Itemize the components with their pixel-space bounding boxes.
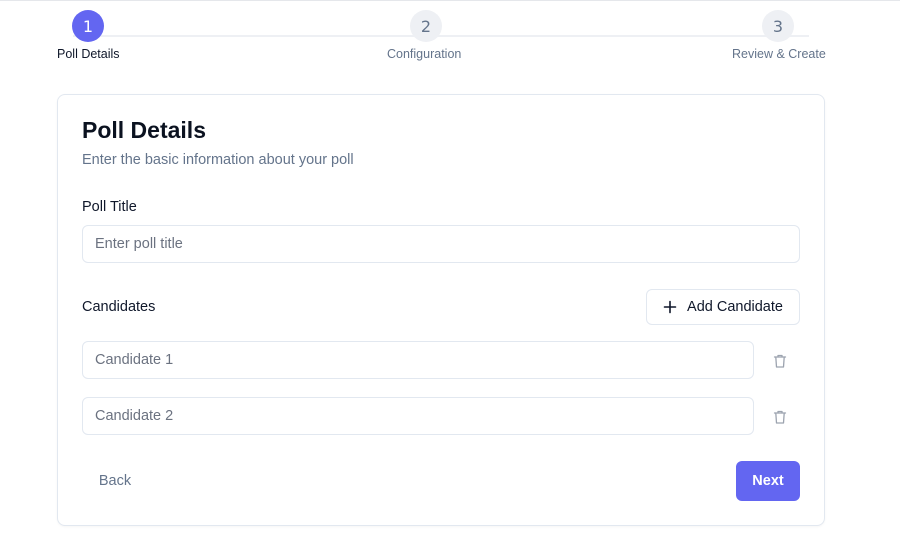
step-number-badge: 3 [762, 10, 794, 42]
card-subtitle: Enter the basic information about your p… [82, 152, 354, 168]
step-label: Review & Create [732, 47, 826, 61]
step-label: Poll Details [57, 47, 120, 61]
candidates-label: Candidates [82, 299, 156, 315]
step-label: Configuration [387, 47, 462, 61]
candidate-1-input[interactable] [82, 341, 754, 379]
next-button[interactable]: Next [736, 461, 800, 501]
poll-details-card: Poll Details Enter the basic information… [57, 94, 825, 526]
poll-title-input[interactable] [82, 225, 800, 263]
delete-candidate-2-button[interactable] [768, 405, 792, 429]
progress-stepper: 1 Poll Details 2 Configuration 3 Review … [57, 10, 826, 70]
add-candidate-label: Add Candidate [687, 299, 783, 315]
trash-icon [772, 409, 788, 425]
delete-candidate-1-button[interactable] [768, 349, 792, 373]
poll-title-label: Poll Title [82, 199, 137, 215]
plus-icon [663, 300, 677, 314]
top-divider [0, 0, 900, 1]
card-title: Poll Details [82, 117, 206, 143]
step-number-badge: 2 [410, 10, 442, 42]
stepper-track [73, 35, 809, 37]
back-button[interactable]: Back [82, 461, 148, 501]
candidate-2-input[interactable] [82, 397, 754, 435]
step-number-badge: 1 [72, 10, 104, 42]
trash-icon [772, 353, 788, 369]
add-candidate-button[interactable]: Add Candidate [646, 289, 800, 325]
